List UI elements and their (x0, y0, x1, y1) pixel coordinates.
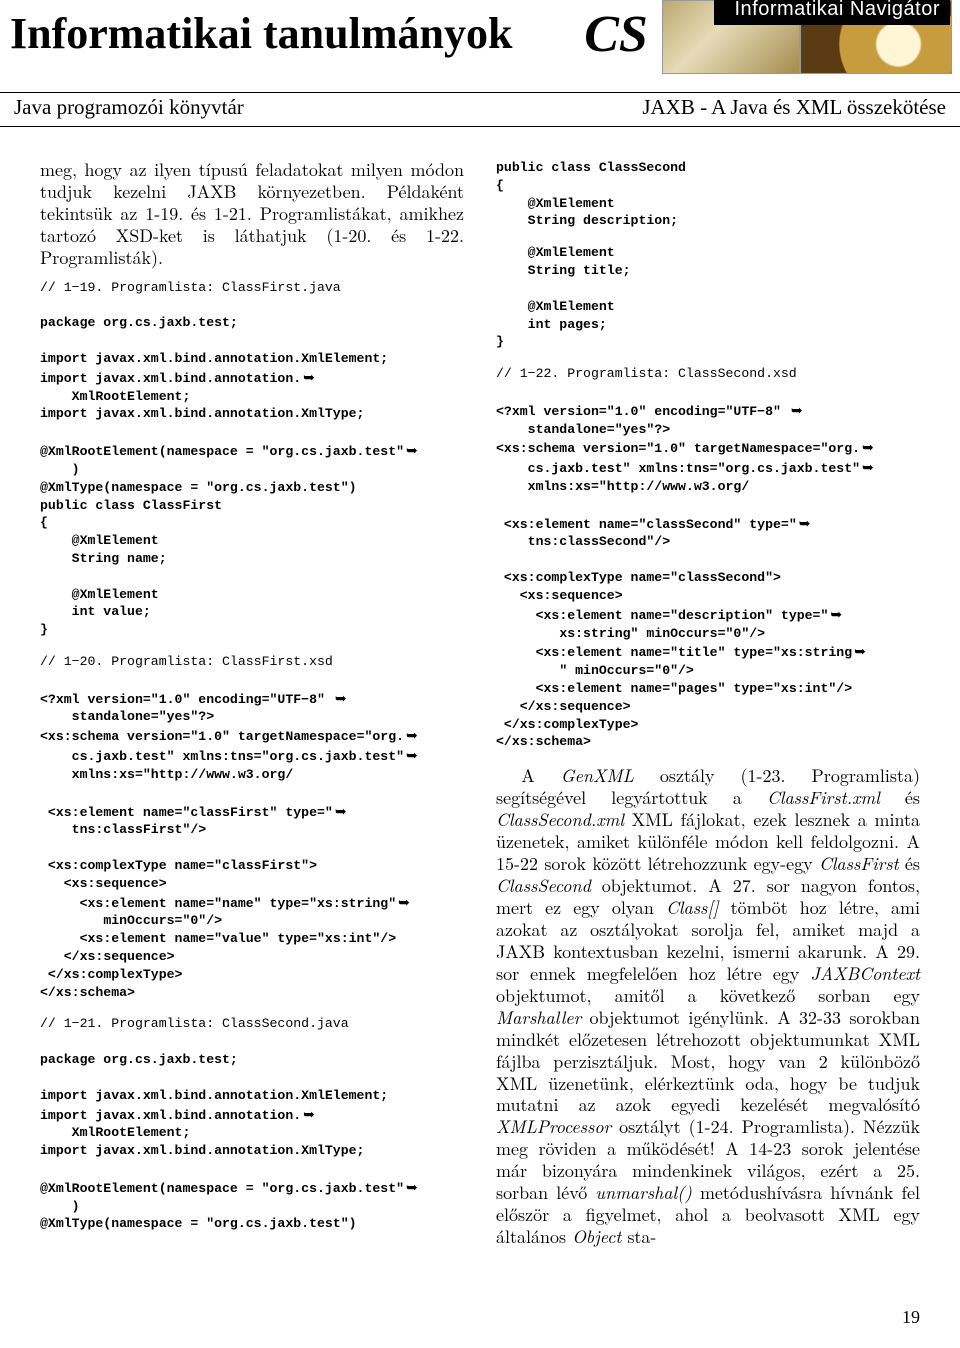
listing-1-21-tail: @XmlElement String title; @XmlElement in… (496, 244, 920, 351)
closing-paragraph: A GenXML osztály (1-23. Programlista) se… (496, 765, 920, 1248)
running-head-right: JAXB - A Java és XML összekötése (642, 95, 946, 120)
logo-cs: CS (570, 0, 662, 72)
running-head-left: Java programozói könyvtár (14, 95, 244, 120)
listing-1-20: // 1−20. Programlista: ClassFirst.xsd <?… (40, 653, 464, 1001)
body-columns: meg, hogy az ilyen típusú feladatokat mi… (0, 127, 960, 1248)
journal-title: Informatikai tanulmányok (10, 8, 512, 59)
page-header-banner: Informatikai tanulmányok CS Informatikai… (0, 0, 960, 93)
running-head: Java programozói könyvtár JAXB - A Java … (0, 93, 960, 127)
listing-1-22: // 1−22. Programlista: ClassSecond.xsd <… (496, 365, 920, 751)
listing-1-19: // 1−19. Programlista: ClassFirst.java p… (40, 279, 464, 639)
page-number: 19 (902, 1307, 920, 1328)
intro-paragraph: meg, hogy az ilyen típusú feladatokat mi… (40, 159, 464, 269)
banner-navigator-label: Informatikai Navigátor (714, 0, 950, 25)
